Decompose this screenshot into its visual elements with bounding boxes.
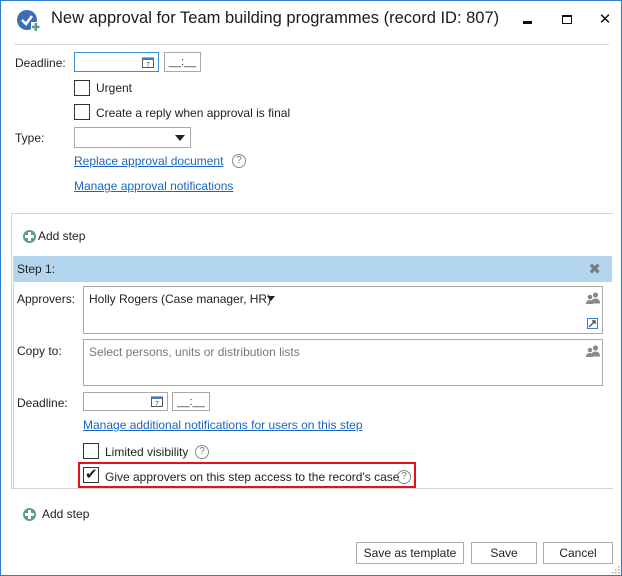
approvers-label: Approvers:	[17, 292, 76, 306]
add-step-label: Add step	[42, 507, 90, 521]
minimize-icon	[522, 20, 532, 24]
urgent-checkbox[interactable]	[74, 80, 90, 96]
deadline-time-input[interactable]: __:__	[164, 52, 201, 72]
resize-grip-icon[interactable]	[612, 566, 620, 574]
add-step-button-top[interactable]: Add step	[23, 229, 85, 243]
people-picker-icon[interactable]	[586, 292, 600, 304]
help-icon[interactable]: ?	[195, 445, 209, 459]
give-access-label: Give approvers on this step access to th…	[105, 470, 400, 484]
approval-app-icon	[17, 10, 40, 31]
save-as-template-button[interactable]: Save as template	[356, 542, 464, 564]
type-select[interactable]	[74, 127, 191, 148]
manage-notifications-link[interactable]: Manage approval notifications	[74, 179, 233, 193]
close-icon: ✕	[598, 11, 612, 28]
title-bar[interactable]: New approval for Team building programme…	[1, 1, 621, 39]
people-picker-icon[interactable]	[586, 345, 600, 357]
urgent-label: Urgent	[96, 81, 133, 95]
add-icon	[23, 507, 36, 521]
help-icon[interactable]: ?	[232, 154, 246, 168]
step-deadline-label: Deadline:	[17, 396, 68, 410]
approver-dropdown-icon[interactable]	[267, 296, 275, 301]
copy-to-placeholder: Select persons, units or distribution li…	[89, 345, 300, 359]
limited-visibility-checkbox[interactable]	[83, 443, 99, 459]
replace-document-link[interactable]: Replace approval document	[74, 154, 223, 168]
maximize-button[interactable]	[553, 7, 581, 31]
expand-icon[interactable]	[587, 318, 598, 329]
step-title: Step 1:	[17, 262, 56, 276]
add-icon	[23, 229, 36, 243]
calendar-icon[interactable]: 7	[142, 56, 154, 68]
deadline-label: Deadline:	[15, 56, 66, 70]
limited-visibility-label: Limited visibility	[105, 445, 189, 459]
window-title: New approval for Team building programme…	[51, 9, 500, 27]
create-reply-checkbox[interactable]	[74, 104, 90, 120]
help-icon[interactable]: ?	[397, 470, 411, 484]
cancel-button[interactable]: Cancel	[543, 542, 613, 564]
give-access-checkbox[interactable]: ✔	[83, 466, 99, 483]
step-deadline-date-input[interactable]: 7	[83, 392, 168, 411]
approvers-field[interactable]: Holly Rogers (Case manager, HR)	[83, 286, 603, 334]
chevron-down-icon	[175, 135, 185, 141]
maximize-icon	[562, 14, 572, 24]
step-deadline-time-input[interactable]: __:__	[172, 392, 210, 411]
calendar-icon[interactable]: 7	[151, 395, 163, 407]
title-separator	[14, 44, 609, 45]
create-reply-label: Create a reply when approval is final	[96, 106, 291, 120]
remove-step-icon[interactable]: ✖	[588, 260, 601, 278]
approver-name[interactable]: Holly Rogers (Case manager, HR)	[89, 292, 271, 306]
manage-additional-notifications-link[interactable]: Manage additional notifications for user…	[83, 418, 363, 432]
add-step-button-bottom[interactable]: Add step	[23, 507, 89, 521]
copy-to-field[interactable]: Select persons, units or distribution li…	[83, 339, 603, 386]
add-step-label: Add step	[38, 229, 86, 243]
minimize-button[interactable]	[513, 7, 541, 31]
step-header: Step 1: ✖	[13, 256, 612, 282]
deadline-date-input[interactable]: 7	[74, 52, 159, 72]
type-label: Type:	[15, 131, 45, 145]
close-button[interactable]: ✕	[591, 7, 619, 31]
checkmark-icon: ✔	[85, 466, 98, 483]
save-button[interactable]: Save	[471, 542, 537, 564]
copy-to-label: Copy to:	[17, 344, 62, 358]
approval-dialog: New approval for Team building programme…	[0, 0, 622, 576]
